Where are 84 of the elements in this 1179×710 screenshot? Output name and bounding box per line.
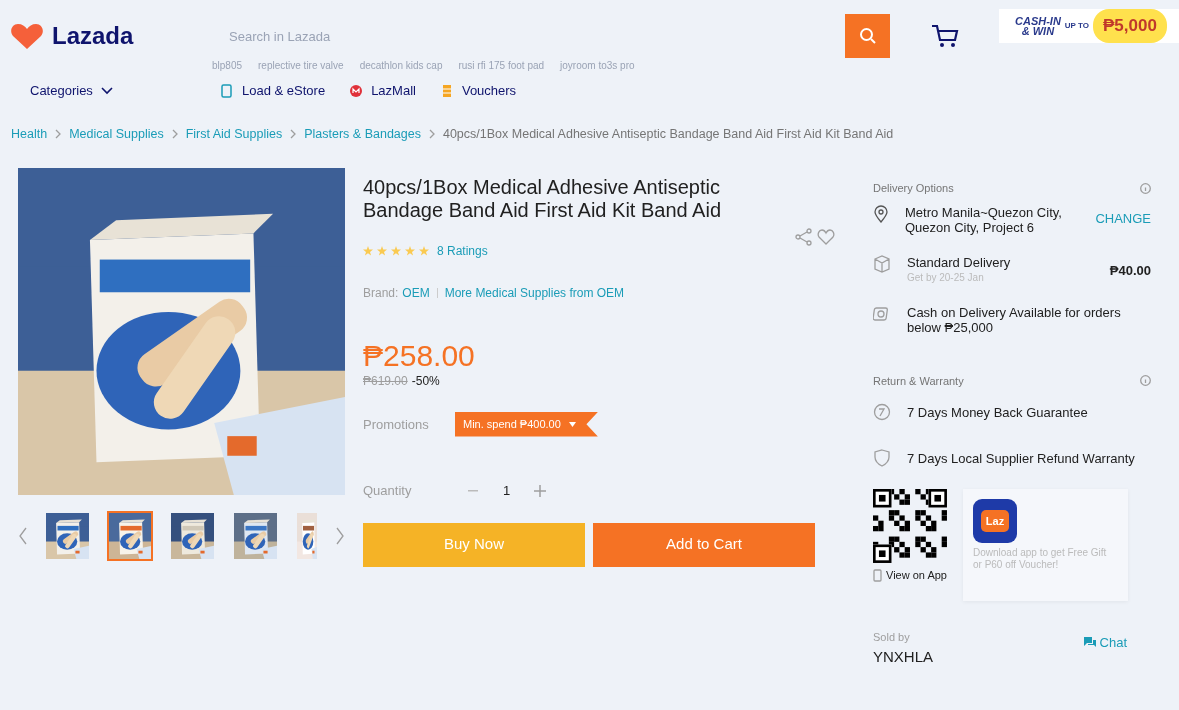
sold-by-label: Sold by — [873, 630, 911, 645]
cash-icon — [873, 304, 891, 323]
promo-amount: ₱5,000 — [1093, 9, 1167, 43]
delivery-option: Cash on Delivery Available for orders below ₱25,000 — [907, 304, 1151, 335]
star-icon — [391, 246, 401, 256]
categories-menu[interactable]: Categories — [30, 81, 220, 101]
search-icon — [858, 27, 877, 45]
brand-label: Brand: — [363, 285, 399, 302]
chat-link[interactable]: Chat — [1083, 632, 1127, 652]
breadcrumb-link[interactable]: Plasters & Bandages — [304, 124, 421, 144]
price: ₱258.00 — [363, 340, 476, 372]
delivery-address: Metro Manila~Quezon City, Quezon City, Project 6 — [905, 204, 1063, 235]
promo-title: CASH-IN — [1015, 16, 1061, 26]
search-suggestion[interactable]: blp805 — [212, 57, 243, 73]
logo: Lazada — [52, 21, 134, 51]
plus-icon — [534, 484, 547, 497]
star-icon — [419, 246, 429, 256]
app-promo-text: Download app to get Free Gift or P60 off Voucher! — [972, 547, 1108, 571]
app-icon[interactable]: Laz — [972, 499, 1017, 543]
caret-icon — [568, 421, 576, 427]
qr-code-icon — [873, 489, 947, 563]
shield-icon — [873, 449, 891, 467]
star-icon — [363, 246, 373, 256]
product-title: 40pcs/1Box Medical Adhesive Antiseptic Bandage Band Aid First Aid Kit Band Aid — [363, 176, 723, 222]
heart-logo-icon — [10, 22, 44, 50]
buy-now-button[interactable]: Buy Now — [363, 522, 585, 567]
breadcrumb-current: 40pcs/1Box Medical Adhesive Antiseptic Bandage Band Aid First Aid Kit Band Aid — [442, 125, 894, 143]
thumbnail-button[interactable] — [106, 511, 154, 561]
phone-icon — [220, 84, 234, 98]
cart-icon[interactable] — [930, 22, 960, 50]
section-title: Return & Warranty — [873, 373, 964, 389]
view-on-app-label: View on App — [886, 567, 947, 583]
search-button[interactable] — [845, 14, 890, 58]
chevron-down-icon — [100, 87, 113, 95]
ratings-link[interactable]: 8 Ratings — [437, 242, 488, 260]
warranty-item: 7 Days Local Supplier Refund Warranty — [907, 450, 1135, 466]
search-suggestion[interactable]: replective tire valve — [258, 57, 344, 73]
search-suggestion[interactable]: rusi rfi 175 foot pad — [458, 57, 545, 73]
share-icon[interactable] — [795, 228, 813, 246]
breadcrumb-link[interactable]: Health — [11, 124, 48, 144]
package-icon — [873, 254, 891, 273]
brand-link[interactable]: OEM — [402, 284, 430, 302]
star-icon — [377, 246, 387, 256]
delivery-option: Standard Delivery — [907, 254, 1011, 270]
chevron-right-icon — [290, 129, 297, 139]
return-icon — [873, 403, 891, 421]
mall-icon — [349, 84, 364, 98]
nav-link[interactable]: Load & eStore — [220, 81, 326, 101]
chevron-right-icon — [55, 129, 62, 139]
discount: -50% — [411, 373, 440, 390]
thumbnail-button[interactable] — [231, 511, 279, 561]
breadcrumb-link[interactable]: First Aid Supplies — [185, 124, 283, 144]
add-to-cart-button[interactable]: Add to Cart — [593, 522, 815, 567]
location-pin-icon — [873, 204, 889, 223]
change-link[interactable]: CHANGE — [1095, 208, 1151, 228]
promotions-label: Promotions — [363, 415, 430, 434]
info-icon — [1140, 375, 1151, 387]
heart-icon[interactable] — [817, 228, 835, 246]
breadcrumb-link[interactable]: Medical Supplies — [69, 124, 164, 144]
warranty-item: 7 Days Money Back Guarantee — [907, 404, 1088, 420]
promotion-tag[interactable]: Min. spend ₱400.00 — [455, 412, 598, 437]
section-title: Delivery Options — [873, 181, 954, 196]
promo-title: & WIN — [1020, 26, 1056, 36]
minus-icon — [468, 489, 478, 492]
thumbnail-button[interactable] — [294, 511, 319, 561]
chevron-right-icon — [428, 129, 435, 139]
promo-up-to: UP TO — [1064, 20, 1089, 32]
chevron-right-icon — [171, 129, 178, 139]
quantity-label: Quantity — [363, 481, 413, 500]
phone-icon — [873, 568, 882, 582]
thumbnail-button[interactable] — [169, 511, 216, 561]
nav-link[interactable]: Vouchers — [439, 81, 517, 101]
nav-link[interactable]: LazMall — [349, 81, 416, 101]
delivery-fee: ₱40.00 — [1109, 262, 1151, 278]
seller-name: YNXHLA — [873, 646, 934, 667]
chat-icon — [1083, 636, 1096, 648]
thumbnail-button[interactable] — [44, 511, 91, 561]
info-icon — [1140, 182, 1151, 194]
search-suggestion[interactable]: joyroom to3s pro — [560, 57, 635, 73]
quantity-value: 1 — [503, 481, 511, 500]
star-icon — [405, 246, 415, 256]
more-from-brand-link[interactable]: More Medical Supplies from OEM — [444, 284, 625, 302]
search-suggestion[interactable]: decathlon kids cap — [359, 57, 443, 73]
original-price: ₱619.00 — [363, 373, 408, 390]
